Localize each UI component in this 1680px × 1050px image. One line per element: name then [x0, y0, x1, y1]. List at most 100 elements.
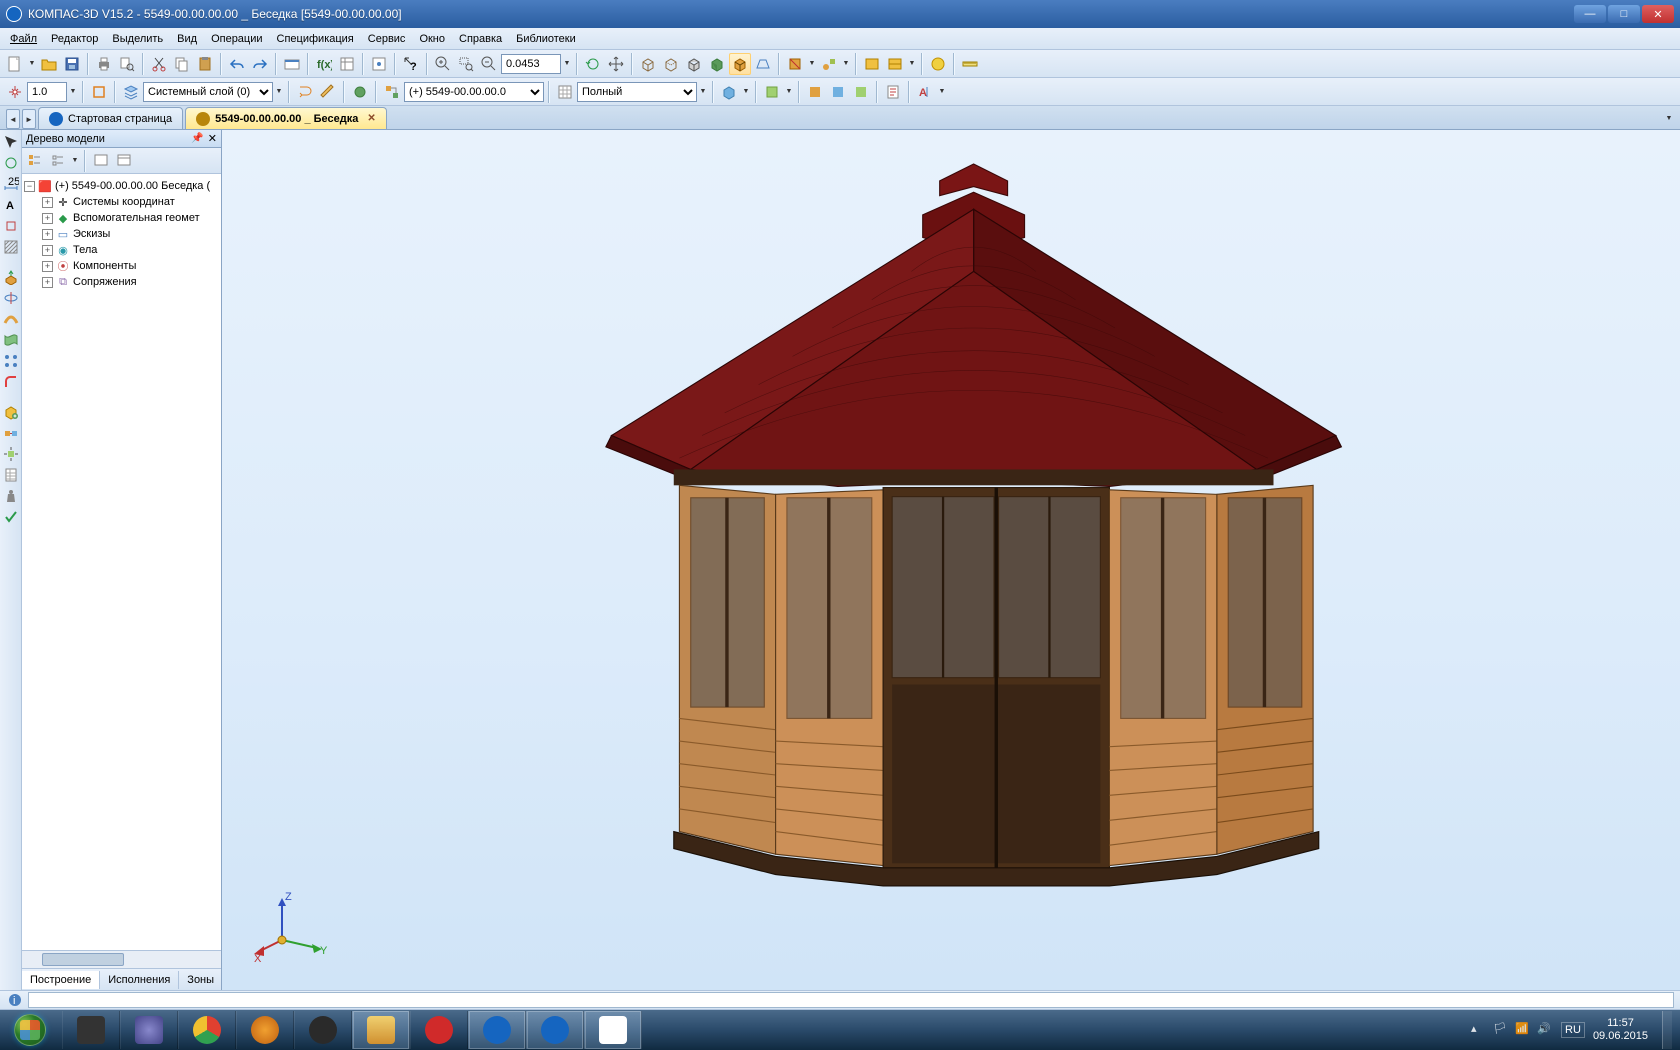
- task-explorer[interactable]: [352, 1011, 410, 1049]
- tree-node-bodies[interactable]: + ◉ Тела: [24, 242, 219, 258]
- prop-info-button[interactable]: i: [6, 992, 24, 1008]
- move-comp-tool[interactable]: [1, 444, 21, 464]
- section-button[interactable]: [784, 53, 806, 75]
- tree-view-dropdown[interactable]: ▼: [70, 150, 80, 172]
- tab-close-icon[interactable]: ✕: [367, 113, 375, 124]
- surface-tool[interactable]: [1, 330, 21, 350]
- constraint-tool[interactable]: [1, 216, 21, 236]
- menu-file[interactable]: Файл: [4, 31, 43, 47]
- bom-tool[interactable]: [1, 465, 21, 485]
- pan-button[interactable]: [605, 53, 627, 75]
- menu-spec[interactable]: Спецификация: [271, 31, 360, 47]
- zoom-prev-button[interactable]: [478, 53, 500, 75]
- tree-node-aux-geom[interactable]: + ◆ Вспомогательная геомет: [24, 210, 219, 226]
- rotate-button[interactable]: [582, 53, 604, 75]
- view-orient-dropdown[interactable]: ▼: [741, 81, 751, 103]
- materials-button[interactable]: [927, 53, 949, 75]
- zoom-input[interactable]: [501, 54, 561, 74]
- paste-button[interactable]: [194, 53, 216, 75]
- menu-service[interactable]: Сервис: [362, 31, 412, 47]
- undo-button[interactable]: [226, 53, 248, 75]
- layer-dropdown[interactable]: ▼: [274, 81, 284, 103]
- tree-tab-exec[interactable]: Исполнения: [100, 971, 179, 989]
- rebuild-button[interactable]: [294, 81, 316, 103]
- zoom-dropdown[interactable]: ▼: [562, 53, 572, 75]
- no-hidden-button[interactable]: [683, 53, 705, 75]
- tab-list-dropdown[interactable]: ▼: [1664, 107, 1674, 129]
- assembly-select[interactable]: (+) 5549-00.00.00.0: [404, 82, 544, 102]
- layer-manager-button[interactable]: [120, 81, 142, 103]
- collapse-icon[interactable]: −: [24, 181, 35, 192]
- task-wmp[interactable]: [236, 1011, 294, 1049]
- variables-button[interactable]: [336, 53, 358, 75]
- menu-libraries[interactable]: Библиотеки: [510, 31, 582, 47]
- menu-select[interactable]: Выделить: [106, 31, 169, 47]
- tab-start-page[interactable]: Стартовая страница: [38, 107, 183, 129]
- array-tool[interactable]: [1, 351, 21, 371]
- expand-icon[interactable]: +: [42, 213, 53, 224]
- step-input[interactable]: [27, 82, 67, 102]
- hatch-tool[interactable]: [1, 237, 21, 257]
- expand-icon[interactable]: +: [42, 245, 53, 256]
- report-button[interactable]: [882, 81, 904, 103]
- save-button[interactable]: [61, 53, 83, 75]
- edit-tool[interactable]: [1, 132, 21, 152]
- fx-button[interactable]: f(x): [313, 53, 335, 75]
- tray-flag-icon[interactable]: 🏳: [1493, 1022, 1509, 1038]
- color3-button[interactable]: [850, 81, 872, 103]
- simplify-dropdown[interactable]: ▼: [841, 53, 851, 75]
- help-button[interactable]: ?: [400, 53, 422, 75]
- view-orient-button[interactable]: [718, 81, 740, 103]
- tree-filter-button[interactable]: [90, 150, 112, 172]
- lib-dropdown[interactable]: ▼: [907, 53, 917, 75]
- step-dropdown[interactable]: ▼: [68, 81, 78, 103]
- start-button[interactable]: [4, 1012, 56, 1048]
- task-app-2[interactable]: [120, 1011, 178, 1049]
- zoom-window-button[interactable]: [455, 53, 477, 75]
- preview-button[interactable]: [116, 53, 138, 75]
- tree-body[interactable]: − 🟥 (+) 5549-00.00.00.00 Беседка ( + ✛ С…: [22, 174, 221, 950]
- tree-settings-button[interactable]: [113, 150, 135, 172]
- command-input[interactable]: [28, 992, 1674, 1008]
- tree-node-mates[interactable]: + ⧉ Сопряжения: [24, 274, 219, 290]
- sketch-button[interactable]: [317, 81, 339, 103]
- lib2-button[interactable]: [884, 53, 906, 75]
- menu-help[interactable]: Справка: [453, 31, 508, 47]
- tree-view1-button[interactable]: [24, 150, 46, 172]
- manager-button[interactable]: [281, 53, 303, 75]
- fillet-tool[interactable]: [1, 372, 21, 392]
- appearance-button[interactable]: [761, 81, 783, 103]
- new-dropdown[interactable]: ▼: [27, 53, 37, 75]
- assembly-tree-button[interactable]: [381, 81, 403, 103]
- menu-view[interactable]: Вид: [171, 31, 203, 47]
- lib1-button[interactable]: [861, 53, 883, 75]
- redo-button[interactable]: [249, 53, 271, 75]
- expand-icon[interactable]: +: [42, 229, 53, 240]
- layer-select[interactable]: Системный слой (0): [143, 82, 273, 102]
- task-cs[interactable]: [294, 1011, 352, 1049]
- tray-network-icon[interactable]: 📶: [1515, 1022, 1531, 1038]
- snap-grid-button[interactable]: [4, 81, 26, 103]
- appearance-dropdown[interactable]: ▼: [784, 81, 794, 103]
- menu-operations[interactable]: Операции: [205, 31, 268, 47]
- section-dropdown[interactable]: ▼: [807, 53, 817, 75]
- task-app-1[interactable]: [62, 1011, 120, 1049]
- sweep-tool[interactable]: [1, 309, 21, 329]
- cut-button[interactable]: [148, 53, 170, 75]
- tree-view2-button[interactable]: [47, 150, 69, 172]
- pin-icon[interactable]: 📌: [191, 133, 203, 144]
- tray-volume-icon[interactable]: 🔊: [1537, 1022, 1553, 1038]
- expand-icon[interactable]: +: [42, 197, 53, 208]
- shaded-edges-button[interactable]: [729, 53, 751, 75]
- tree-node-sketches[interactable]: + ▭ Эскизы: [24, 226, 219, 242]
- mode-button[interactable]: [349, 81, 371, 103]
- add-part-tool[interactable]: [1, 402, 21, 422]
- task-opera[interactable]: [410, 1011, 468, 1049]
- mass-tool[interactable]: [1, 486, 21, 506]
- text-format-dropdown[interactable]: ▼: [937, 81, 947, 103]
- display-dropdown[interactable]: ▼: [698, 81, 708, 103]
- expand-icon[interactable]: +: [42, 261, 53, 272]
- close-button[interactable]: ✕: [1642, 5, 1674, 23]
- text-format-button[interactable]: А: [914, 81, 936, 103]
- task-kompas-2[interactable]: [526, 1011, 584, 1049]
